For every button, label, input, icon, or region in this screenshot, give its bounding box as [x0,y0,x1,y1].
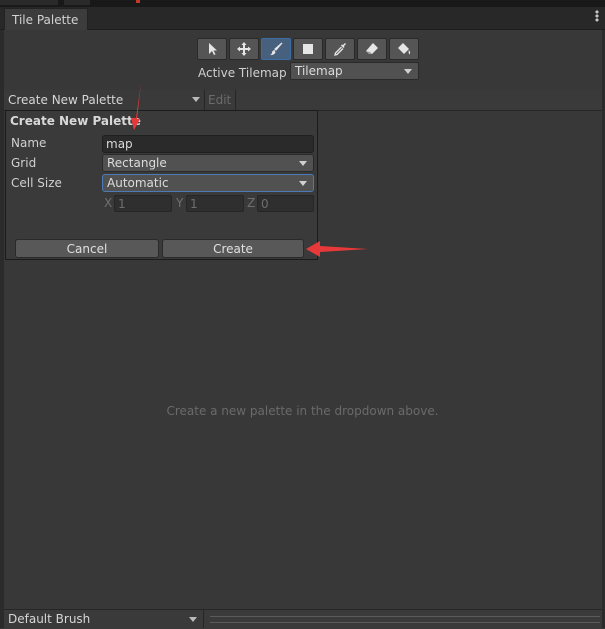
window-menu-icon[interactable]: • • • [592,7,602,26]
square-icon [303,44,313,54]
chevron-down-icon [299,181,307,186]
brush-dropdown-label: Default Brush [8,612,91,626]
top-strip [0,0,605,7]
y-field: 1 [186,195,244,212]
x-value: 1 [118,197,126,211]
chevron-down-icon [189,617,197,622]
create-button[interactable]: Create [162,239,304,258]
grid-value: Rectangle [107,156,167,170]
tab-label: Tile Palette [12,13,79,27]
palette-dropdown[interactable]: Create New Palette [4,90,205,110]
z-value: 0 [261,197,269,211]
paint-brush-icon [270,42,283,56]
tab-tile-palette[interactable]: Tile Palette [4,8,88,30]
erase-tool-button[interactable] [357,38,387,60]
active-tilemap-dropdown[interactable]: Tilemap [290,62,419,80]
grid-dropdown[interactable]: Rectangle [102,154,314,172]
splitter-handle[interactable] [210,616,600,623]
palette-dropdown-label: Create New Palette [8,93,124,107]
window-tab-stub [0,0,58,5]
cell-size-value: Automatic [107,176,169,190]
cancel-button[interactable]: Cancel [15,239,159,258]
chevron-down-icon [299,161,307,166]
window-tab-stub [64,0,140,5]
fill-tool-button[interactable] [389,38,419,60]
cursor-icon [209,43,217,55]
z-label: Z [247,196,256,210]
eyedropper-icon [334,43,346,56]
paint-tool-button[interactable] [261,38,291,60]
picker-tool-button[interactable] [325,38,355,60]
chevron-down-icon [192,97,200,102]
chevron-down-icon [404,69,412,74]
move-tool-button[interactable] [229,38,259,60]
edit-button[interactable]: Edit [206,90,236,110]
y-value: 1 [190,197,198,211]
brush-dropdown[interactable]: Default Brush [4,610,204,628]
z-field: 0 [257,195,314,212]
left-edge [0,30,4,628]
box-fill-tool-button[interactable] [293,38,323,60]
name-value: map [106,137,133,151]
name-field[interactable]: map [102,135,314,153]
active-tilemap-value: Tilemap [295,64,343,78]
x-label: X [104,196,113,210]
empty-palette-message: Create a new palette in the dropdown abo… [166,404,439,418]
move-arrows-icon [237,42,251,56]
paint-bucket-icon [398,43,411,55]
eraser-icon [366,43,378,54]
select-tool-button[interactable] [197,38,227,60]
tab-bar [0,7,605,30]
active-tilemap-label: Active Tilemap [198,66,287,80]
popup-title: Create New Palette [10,114,141,128]
x-field: 1 [114,195,172,212]
tool-strip [197,38,421,60]
y-label: Y [176,196,184,210]
cell-size-dropdown[interactable]: Automatic [102,174,314,192]
cell-size-label: Cell Size [11,176,62,190]
name-label: Name [11,136,47,150]
grid-label: Grid [11,156,37,170]
